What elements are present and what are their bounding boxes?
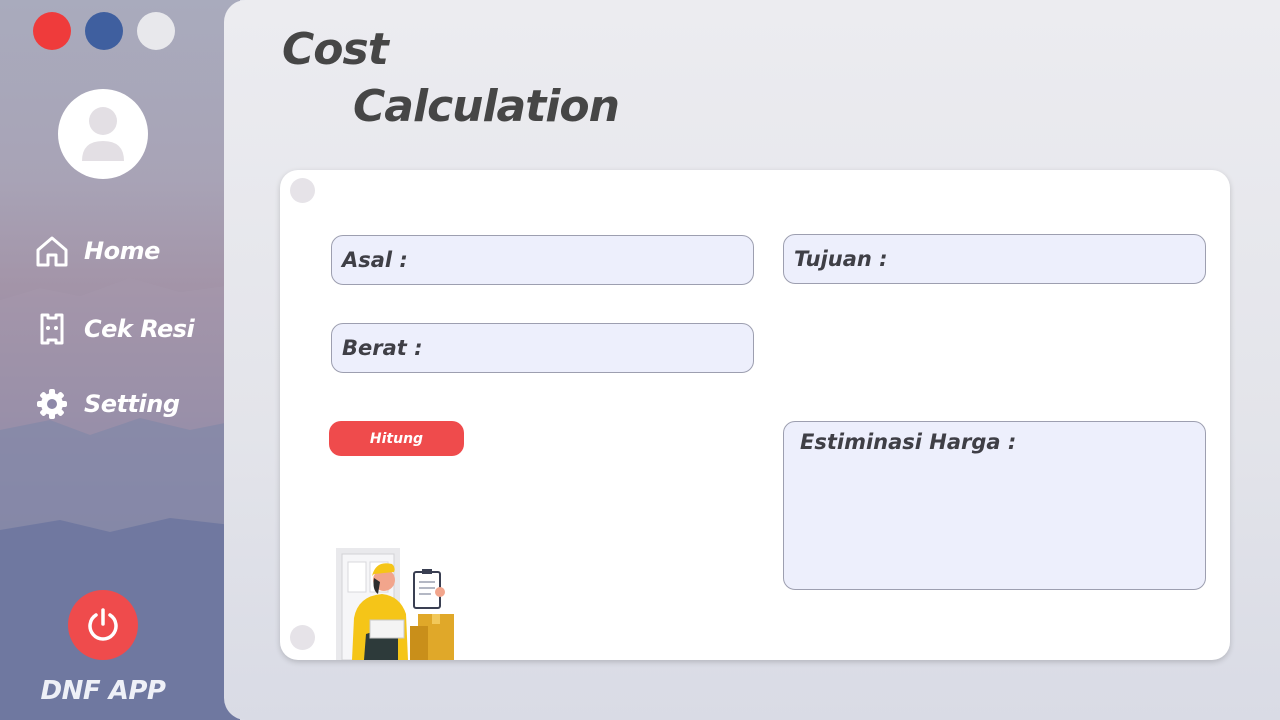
power-button[interactable] [68, 590, 138, 660]
calculation-card: Asal : Tujuan : Berat : Hitung Estiminas… [280, 170, 1230, 660]
user-icon [82, 107, 124, 161]
minimize-window-button[interactable] [85, 12, 123, 50]
page-title-line2: Calculation [353, 81, 620, 132]
power-icon [88, 608, 118, 641]
sidebar-item-cek-resi[interactable]: Cek Resi [34, 311, 195, 347]
weight-field[interactable]: Berat : [331, 323, 754, 373]
gear-icon [37, 389, 67, 419]
estimate-output: Estiminasi Harga : [783, 421, 1206, 590]
calculate-button[interactable]: Hitung [329, 421, 464, 456]
sidebar-item-setting[interactable]: Setting [34, 386, 180, 422]
destination-field[interactable]: Tujuan : [783, 234, 1206, 284]
sidebar-item-home[interactable]: Home [34, 233, 160, 269]
destination-label: Tujuan : [794, 247, 888, 271]
close-window-button[interactable] [33, 12, 71, 50]
courier-illustration [336, 548, 454, 660]
sidebar-item-label: Cek Resi [84, 315, 195, 343]
sidebar: Home Cek Resi Setting DNF APP [0, 0, 240, 720]
receipt-icon [40, 313, 64, 345]
sidebar-item-label: Home [84, 237, 160, 265]
avatar[interactable] [58, 89, 148, 179]
card-hole-bottom [290, 625, 315, 650]
maximize-window-button[interactable] [137, 12, 175, 50]
estimate-label: Estiminasi Harga : [800, 430, 1017, 454]
weight-label: Berat : [342, 336, 423, 360]
sidebar-item-label: Setting [84, 390, 180, 418]
card-hole-top [290, 178, 315, 203]
origin-field[interactable]: Asal : [331, 235, 754, 285]
page-title-line1: Cost [282, 24, 389, 75]
home-icon [36, 236, 68, 267]
origin-label: Asal : [342, 248, 408, 272]
brand-name: DNF APP [40, 676, 166, 706]
